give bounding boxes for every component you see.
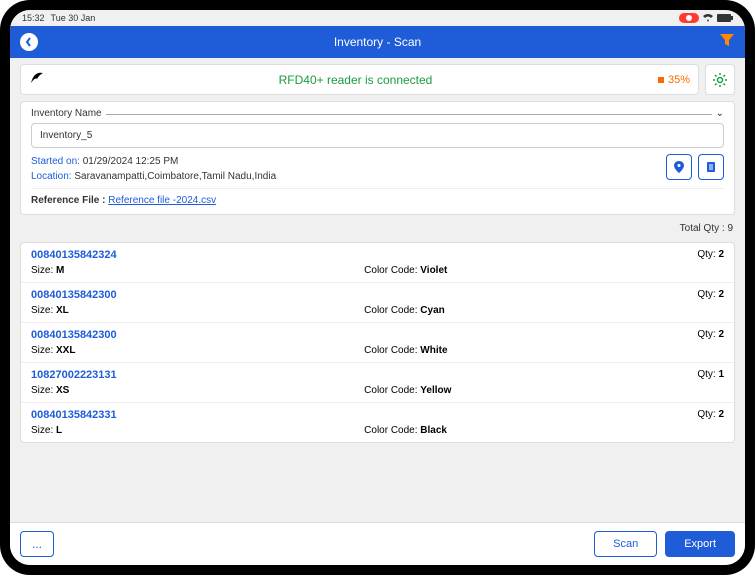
recording-indicator-icon bbox=[679, 13, 699, 23]
inventory-item-list: 00840135842324 Qty: 2 Size: M Color Code: V… bbox=[20, 242, 735, 443]
reference-file-link[interactable]: Reference file -2024.csv bbox=[108, 195, 216, 206]
more-button[interactable]: ... bbox=[20, 531, 54, 557]
item-size: Size: XXL bbox=[31, 345, 360, 356]
item-color: Color Code: White bbox=[364, 345, 693, 356]
device-frame: 15:32 Tue 30 Jan Inventory - Scan bbox=[0, 0, 755, 575]
location-pin-icon bbox=[672, 160, 686, 174]
notes-button[interactable] bbox=[698, 154, 724, 180]
item-color: Color Code: Violet bbox=[364, 265, 693, 276]
filter-icon bbox=[719, 32, 735, 48]
item-qty: Qty: 2 bbox=[697, 409, 724, 421]
battery-icon bbox=[717, 14, 733, 22]
reader-logo-icon bbox=[29, 69, 45, 90]
reader-battery-pct: 35% bbox=[658, 74, 690, 86]
reader-status-row: RFD40+ reader is connected 35% bbox=[20, 64, 735, 95]
gear-icon bbox=[712, 72, 728, 88]
inventory-name-fieldset[interactable]: Inventory Name ⌄ bbox=[31, 108, 724, 119]
location-pin-button[interactable] bbox=[666, 154, 692, 180]
settings-button[interactable] bbox=[705, 64, 735, 95]
list-item: 10827002223131 Qty: 1 Size: XS Color Code: … bbox=[21, 363, 734, 403]
total-qty-label: Total Qty : bbox=[680, 223, 725, 234]
scan-button[interactable]: Scan bbox=[594, 531, 657, 557]
status-date: Tue 30 Jan bbox=[51, 13, 96, 23]
list-item: 00840135842331 Qty: 2 Size: L Color Code: B… bbox=[21, 403, 734, 442]
inventory-name-label: Inventory Name bbox=[31, 108, 106, 119]
notes-icon bbox=[704, 160, 718, 174]
export-button[interactable]: Export bbox=[665, 531, 735, 557]
reference-file-row: Reference File : Reference file -2024.cs… bbox=[31, 188, 724, 206]
reader-status-card: RFD40+ reader is connected 35% bbox=[20, 64, 699, 95]
total-qty-value: 9 bbox=[727, 223, 733, 234]
item-color: Color Code: Cyan bbox=[364, 305, 693, 316]
list-item: 00840135842300 Qty: 2 Size: XL Color Code: … bbox=[21, 283, 734, 323]
item-size: Size: XL bbox=[31, 305, 360, 316]
item-sku[interactable]: 00840135842324 bbox=[31, 249, 360, 261]
item-qty: Qty: 2 bbox=[697, 329, 724, 341]
app-bar: Inventory - Scan bbox=[10, 26, 745, 58]
item-size: Size: L bbox=[31, 425, 360, 436]
item-sku[interactable]: 00840135842300 bbox=[31, 289, 360, 301]
inventory-name-input[interactable]: Inventory_5 bbox=[31, 123, 724, 148]
item-qty: Qty: 2 bbox=[697, 289, 724, 301]
chevron-left-icon bbox=[24, 37, 34, 47]
item-sku[interactable]: 10827002223131 bbox=[31, 369, 360, 381]
list-item: 00840135842300 Qty: 2 Size: XXL Color Code:… bbox=[21, 323, 734, 363]
filter-button[interactable] bbox=[719, 32, 735, 53]
reader-status-text: RFD40+ reader is connected bbox=[53, 73, 658, 87]
item-size: Size: XS bbox=[31, 385, 360, 396]
inventory-detail-card: Inventory Name ⌄ Inventory_5 Started on:… bbox=[20, 101, 735, 215]
started-on-label: Started on: bbox=[31, 156, 80, 167]
total-qty-row: Total Qty : 9 bbox=[20, 221, 735, 236]
content-area: RFD40+ reader is connected 35% Inventory… bbox=[10, 58, 745, 522]
item-sku[interactable]: 00840135842331 bbox=[31, 409, 360, 421]
location-value: Saravanampatti,Coimbatore,Tamil Nadu,Ind… bbox=[74, 171, 276, 182]
item-sku[interactable]: 00840135842300 bbox=[31, 329, 360, 341]
inventory-meta: Started on: 01/29/2024 12:25 PM Location… bbox=[31, 154, 658, 184]
item-color: Color Code: Black bbox=[364, 425, 693, 436]
location-label: Location: bbox=[31, 171, 72, 182]
started-on-value: 01/29/2024 12:25 PM bbox=[83, 156, 179, 167]
page-title: Inventory - Scan bbox=[334, 35, 421, 49]
item-size: Size: M bbox=[31, 265, 360, 276]
wifi-icon bbox=[703, 14, 713, 22]
status-time: 15:32 bbox=[22, 13, 45, 23]
footer-bar: ... Scan Export bbox=[10, 522, 745, 565]
status-bar: 15:32 Tue 30 Jan bbox=[10, 10, 745, 26]
item-qty: Qty: 1 bbox=[697, 369, 724, 381]
list-item: 00840135842324 Qty: 2 Size: M Color Code: V… bbox=[21, 243, 734, 283]
screen: 15:32 Tue 30 Jan Inventory - Scan bbox=[10, 10, 745, 565]
chevron-down-icon: ⌄ bbox=[712, 108, 724, 119]
back-button[interactable] bbox=[20, 33, 38, 51]
item-qty: Qty: 2 bbox=[697, 249, 724, 261]
item-color: Color Code: Yellow bbox=[364, 385, 693, 396]
reference-file-label: Reference File : bbox=[31, 195, 105, 206]
